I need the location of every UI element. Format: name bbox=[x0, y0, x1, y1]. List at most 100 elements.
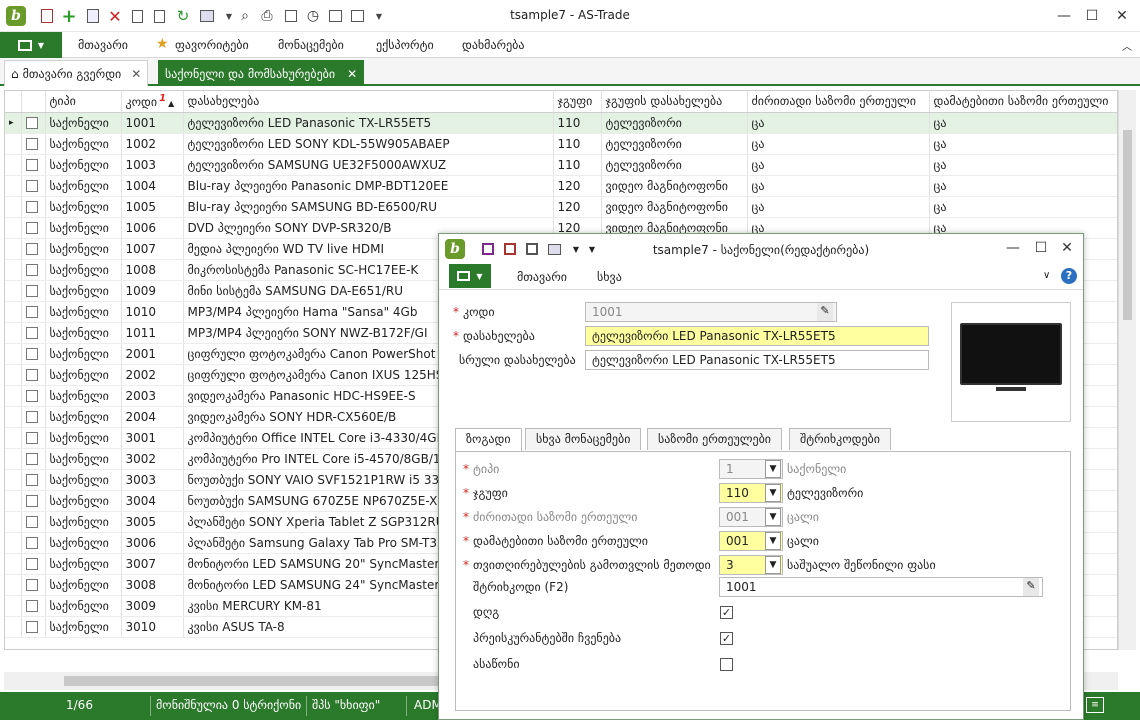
cell-group-name[interactable]: ვიდეო მაგნიტოფონი bbox=[601, 175, 748, 197]
row-checkbox-cell[interactable] bbox=[21, 154, 46, 176]
cell-code[interactable]: 3006 bbox=[121, 532, 184, 554]
cell-type[interactable]: საქონელი bbox=[45, 301, 122, 323]
row-checkbox[interactable] bbox=[25, 411, 38, 423]
row-checkbox[interactable] bbox=[25, 222, 38, 234]
table-row[interactable]: საქონელი 1002 ტელევიზორი LED SONY KDL-55W9… bbox=[5, 133, 1117, 155]
cell-type[interactable]: საქონელი bbox=[45, 490, 122, 512]
row-checkbox[interactable] bbox=[25, 558, 38, 570]
collapse-ribbon-icon[interactable]: ︿ bbox=[1122, 38, 1132, 53]
cell-code[interactable]: 1006 bbox=[121, 217, 184, 239]
tab-general[interactable]: ზოგადი bbox=[455, 428, 522, 452]
table-row[interactable]: ▸ საქონელი 1001 ტელევიზორი LED Panasonic TX… bbox=[5, 112, 1117, 134]
cell-type[interactable]: საქონელი bbox=[45, 553, 122, 575]
column-header-code[interactable]: კოდი 1 ▲ bbox=[121, 91, 184, 113]
row-checkbox-cell[interactable] bbox=[21, 322, 46, 344]
generate-barcode-icon[interactable]: ✎ bbox=[1023, 578, 1039, 596]
vertical-scrollbar[interactable] bbox=[1118, 90, 1136, 650]
row-checkbox[interactable] bbox=[25, 264, 38, 276]
row-checkbox[interactable] bbox=[25, 306, 38, 318]
row-checkbox[interactable] bbox=[25, 243, 38, 255]
scroll-thumb[interactable] bbox=[1123, 130, 1132, 320]
cell-code[interactable]: 1003 bbox=[121, 154, 184, 176]
cell-extra-unit[interactable]: ცა bbox=[929, 196, 1117, 218]
row-checkbox-cell[interactable] bbox=[21, 469, 46, 491]
cell-type[interactable]: საქონელი bbox=[45, 532, 122, 554]
row-checkbox[interactable] bbox=[25, 159, 38, 171]
cell-code[interactable]: 3010 bbox=[121, 616, 184, 638]
cell-type[interactable]: საქონელი bbox=[45, 511, 122, 533]
row-checkbox-cell[interactable] bbox=[21, 217, 46, 239]
row-checkbox-cell[interactable] bbox=[21, 175, 46, 197]
row-checkbox[interactable] bbox=[25, 348, 38, 360]
dialog-minimize-button[interactable]: — bbox=[1001, 238, 1025, 258]
row-checkbox-cell[interactable] bbox=[21, 616, 46, 638]
cell-code[interactable]: 2002 bbox=[121, 364, 184, 386]
column-header-base-unit[interactable]: ძირითადი საზომი ერთეული bbox=[747, 91, 930, 113]
show-in-pricelists-checkbox[interactable]: ✓ bbox=[720, 632, 733, 645]
cell-base-unit[interactable]: ცა bbox=[747, 154, 930, 176]
cell-group-name[interactable]: ტელევიზორი bbox=[601, 154, 748, 176]
cell-code[interactable]: 1001 bbox=[121, 112, 184, 134]
messages-icon[interactable]: ≡ bbox=[1086, 697, 1104, 713]
cell-type[interactable]: საქონელი bbox=[45, 385, 122, 407]
row-checkbox[interactable] bbox=[25, 495, 38, 507]
cell-code[interactable]: 1002 bbox=[121, 133, 184, 155]
row-checkbox-cell[interactable] bbox=[21, 532, 46, 554]
minimize-button[interactable]: — bbox=[1052, 6, 1076, 26]
row-checkbox-cell[interactable] bbox=[21, 448, 46, 470]
cell-type[interactable]: საქონელი bbox=[45, 154, 122, 176]
row-checkbox[interactable] bbox=[25, 138, 38, 150]
menu-item-data[interactable]: მონაცემები bbox=[278, 38, 344, 52]
edit-code-icon[interactable]: ✎ bbox=[817, 303, 833, 321]
cell-type[interactable]: საქონელი bbox=[45, 238, 122, 260]
cell-code[interactable]: 2004 bbox=[121, 406, 184, 428]
cell-name[interactable]: Blu-ray პლეიერი Panasonic DMP-BDT120EE bbox=[183, 175, 554, 197]
row-checkbox[interactable] bbox=[25, 390, 38, 402]
row-checkbox-cell[interactable] bbox=[21, 406, 46, 428]
cell-type[interactable]: საქონელი bbox=[45, 217, 122, 239]
column-header-extra-unit[interactable]: დამატებითი საზომი ერთეული bbox=[929, 91, 1117, 113]
code-field[interactable]: 1001 bbox=[585, 302, 837, 322]
cell-type[interactable]: საქონელი bbox=[45, 469, 122, 491]
row-checkbox-cell[interactable] bbox=[21, 259, 46, 281]
cell-type[interactable]: საქონელი bbox=[45, 343, 122, 365]
cell-type[interactable]: საქონელი bbox=[45, 196, 122, 218]
cell-code[interactable]: 1011 bbox=[121, 322, 184, 344]
cell-base-unit[interactable]: ცა bbox=[747, 196, 930, 218]
cell-code[interactable]: 1008 bbox=[121, 259, 184, 281]
row-checkbox[interactable] bbox=[25, 369, 38, 381]
tab-home[interactable]: ⌂ მთავარი გვერდი ✕ bbox=[4, 60, 149, 86]
main-menu-button[interactable]: ▼ bbox=[0, 32, 62, 58]
cell-extra-unit[interactable]: ცა bbox=[929, 133, 1117, 155]
cell-code[interactable]: 3002 bbox=[121, 448, 184, 470]
cell-type[interactable]: საქონელი bbox=[45, 448, 122, 470]
scroll-thumb[interactable] bbox=[64, 676, 444, 686]
row-checkbox-cell[interactable] bbox=[21, 427, 46, 449]
row-checkbox-cell[interactable] bbox=[21, 133, 46, 155]
cell-type[interactable]: საქონელი bbox=[45, 175, 122, 197]
row-checkbox-cell[interactable] bbox=[21, 364, 46, 386]
cell-code[interactable]: 1004 bbox=[121, 175, 184, 197]
row-checkbox-cell[interactable] bbox=[21, 553, 46, 575]
chevron-down-icon[interactable]: ▼ bbox=[765, 556, 781, 574]
cell-name[interactable]: ტელევიზორი SAMSUNG UE32F5000AWXUZ bbox=[183, 154, 554, 176]
cell-code[interactable]: 1005 bbox=[121, 196, 184, 218]
cell-code[interactable]: 3003 bbox=[121, 469, 184, 491]
tab-other-data[interactable]: სხვა მონაცემები bbox=[525, 428, 642, 450]
row-checkbox-cell[interactable] bbox=[21, 574, 46, 596]
cell-base-unit[interactable]: ცა bbox=[747, 175, 930, 197]
cell-name[interactable]: ტელევიზორი LED Panasonic TX-LR55ET5 bbox=[183, 112, 554, 134]
cell-extra-unit[interactable]: ცა bbox=[929, 154, 1117, 176]
cell-extra-unit[interactable]: ცა bbox=[929, 112, 1117, 134]
cell-base-unit[interactable]: ცა bbox=[747, 133, 930, 155]
cell-group[interactable]: 120 bbox=[553, 196, 602, 218]
tab-barcodes[interactable]: შტრიხკოდები bbox=[789, 428, 891, 450]
close-button[interactable]: ✕ bbox=[1110, 6, 1134, 26]
row-checkbox-cell[interactable] bbox=[21, 301, 46, 323]
select-all-header[interactable] bbox=[21, 91, 46, 113]
help-icon[interactable]: ? bbox=[1061, 268, 1077, 284]
cell-type[interactable]: საქონელი bbox=[45, 406, 122, 428]
menu-item-export[interactable]: ექსპორტი bbox=[376, 38, 434, 52]
cell-group[interactable]: 110 bbox=[553, 154, 602, 176]
cell-group-name[interactable]: ტელევიზორი bbox=[601, 133, 748, 155]
